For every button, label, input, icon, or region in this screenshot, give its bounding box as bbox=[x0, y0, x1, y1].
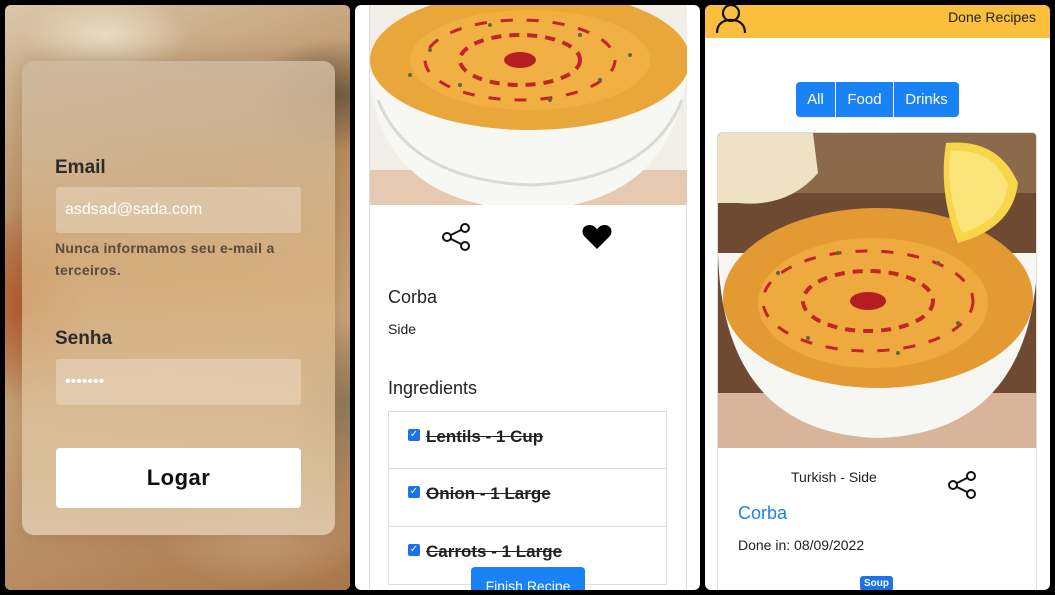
login-button[interactable]: Logar bbox=[56, 448, 301, 508]
password-input[interactable] bbox=[56, 359, 301, 405]
ingredient-checkbox[interactable]: ✓ bbox=[408, 544, 420, 556]
ingredient-label: Carrots - 1 Large bbox=[426, 542, 563, 561]
login-panel: Email Nunca informamos seu e-mail a terc… bbox=[5, 5, 350, 590]
ingredients-heading: Ingredients bbox=[388, 378, 478, 398]
filter-buttons: All Food Drinks bbox=[796, 82, 960, 117]
page-title: Done Recipes bbox=[948, 9, 1036, 25]
done-recipe-title[interactable]: Corba bbox=[738, 503, 787, 524]
ingredient-label: Lentils - 1 Cup bbox=[426, 427, 544, 446]
done-recipes-panel: Done Recipes All Food Drinks Turkish - S… bbox=[705, 5, 1050, 590]
recipe-in-progress-panel: Corba Side Ingredients ✓ Lentils - 1 Cup… bbox=[355, 5, 700, 590]
share-icon bbox=[948, 471, 976, 499]
filter-drinks-button[interactable]: Drinks bbox=[894, 82, 959, 117]
heart-icon bbox=[582, 225, 612, 249]
ingredients-list: ✓ Lentils - 1 Cup ✓ Onion - 1 Large ✓ Ca… bbox=[388, 411, 667, 585]
filter-all-button[interactable]: All bbox=[796, 82, 835, 117]
done-recipe-card: Turkish - Side Corba Done in: 08/09/2022… bbox=[717, 132, 1037, 590]
share-icon bbox=[442, 223, 470, 251]
done-recipe-photo[interactable] bbox=[718, 133, 1036, 448]
email-help-text: Nunca informamos seu e-mail a terceiros. bbox=[55, 240, 275, 278]
filter-food-button[interactable]: Food bbox=[836, 82, 893, 117]
share-button[interactable] bbox=[947, 471, 979, 502]
ingredient-item[interactable]: ✓ Lentils - 1 Cup bbox=[388, 411, 667, 469]
email-input[interactable] bbox=[56, 187, 301, 233]
ingredient-item[interactable]: ✓ Onion - 1 Large bbox=[388, 469, 667, 527]
recipe-tag: Soup bbox=[860, 576, 893, 590]
favorite-button[interactable] bbox=[582, 224, 612, 253]
recipe-category: Side bbox=[388, 321, 417, 337]
ingredient-checkbox[interactable]: ✓ bbox=[408, 486, 420, 498]
recipe-photo bbox=[370, 5, 687, 205]
ingredient-checkbox[interactable]: ✓ bbox=[408, 429, 420, 441]
recipe-title: Corba bbox=[388, 287, 438, 307]
email-label: Email bbox=[55, 157, 106, 178]
password-label: Senha bbox=[55, 328, 113, 349]
header: Done Recipes bbox=[705, 5, 1050, 38]
finish-recipe-button[interactable]: Finish Recipe bbox=[471, 567, 585, 590]
share-button[interactable] bbox=[441, 223, 473, 254]
done-date: Done in: 08/09/2022 bbox=[738, 537, 865, 553]
profile-button[interactable] bbox=[715, 5, 747, 36]
ingredient-label: Onion - 1 Large bbox=[426, 484, 551, 503]
profile-icon bbox=[715, 5, 747, 34]
recipe-origin-category: Turkish - Side bbox=[791, 469, 877, 485]
